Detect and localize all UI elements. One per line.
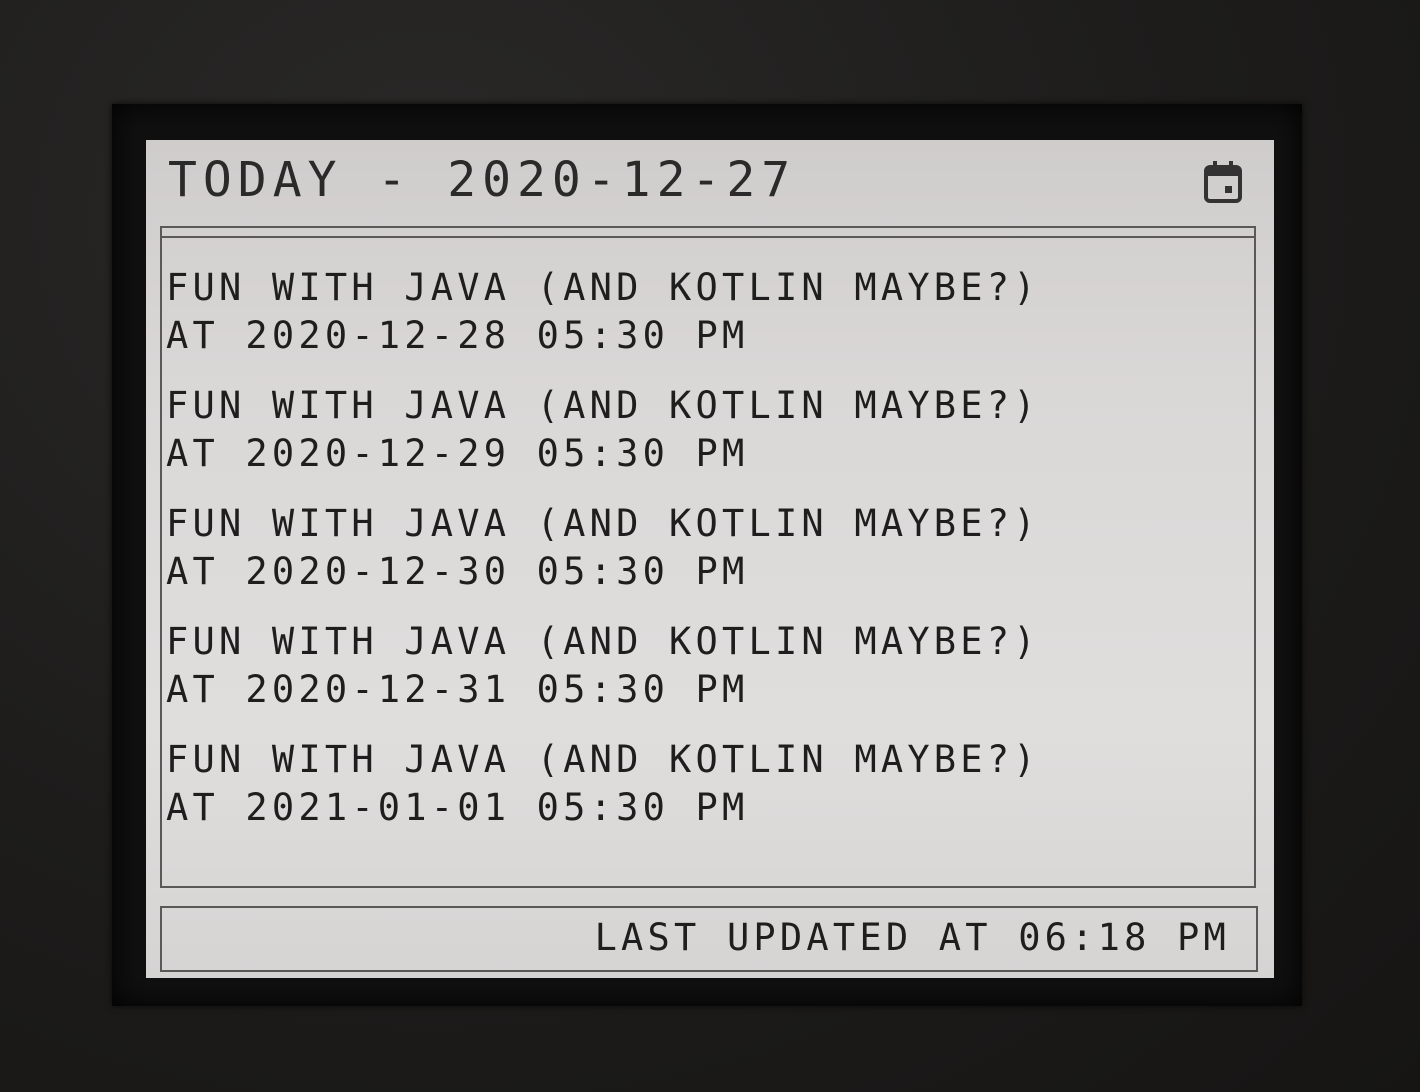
list-item: FUN WITH JAVA (AND KOTLIN MAYBE?) AT 202… xyxy=(166,618,1040,714)
event-time: AT 2020-12-28 05:30 PM xyxy=(166,314,749,357)
page-title: TODAY - 2020-12-27 xyxy=(168,152,797,208)
event-title: FUN WITH JAVA (AND KOTLIN MAYBE?) xyxy=(166,738,1040,781)
calendar-icon xyxy=(1204,161,1242,203)
event-time: AT 2020-12-29 05:30 PM xyxy=(166,432,749,475)
event-title: FUN WITH JAVA (AND KOTLIN MAYBE?) xyxy=(166,384,1040,427)
device-frame: TODAY - 2020-12-27 FUN WITH JAVA (AND KO… xyxy=(0,0,1420,1092)
divider xyxy=(160,236,1254,238)
event-title: FUN WITH JAVA (AND KOTLIN MAYBE?) xyxy=(166,266,1040,309)
list-item: FUN WITH JAVA (AND KOTLIN MAYBE?) AT 202… xyxy=(166,736,1040,832)
list-item: FUN WITH JAVA (AND KOTLIN MAYBE?) AT 202… xyxy=(166,500,1040,596)
event-time: AT 2020-12-31 05:30 PM xyxy=(166,668,749,711)
event-title: FUN WITH JAVA (AND KOTLIN MAYBE?) xyxy=(166,502,1040,545)
header: TODAY - 2020-12-27 xyxy=(146,140,1274,230)
event-time: AT 2021-01-01 05:30 PM xyxy=(166,786,749,829)
last-updated-status: LAST UPDATED AT 06:18 PM xyxy=(594,916,1230,959)
list-item: FUN WITH JAVA (AND KOTLIN MAYBE?) AT 202… xyxy=(166,382,1040,478)
list-item: FUN WITH JAVA (AND KOTLIN MAYBE?) AT 202… xyxy=(166,264,1040,360)
event-title: FUN WITH JAVA (AND KOTLIN MAYBE?) xyxy=(166,620,1040,663)
eink-display: TODAY - 2020-12-27 FUN WITH JAVA (AND KO… xyxy=(146,140,1274,978)
event-time: AT 2020-12-30 05:30 PM xyxy=(166,550,749,593)
